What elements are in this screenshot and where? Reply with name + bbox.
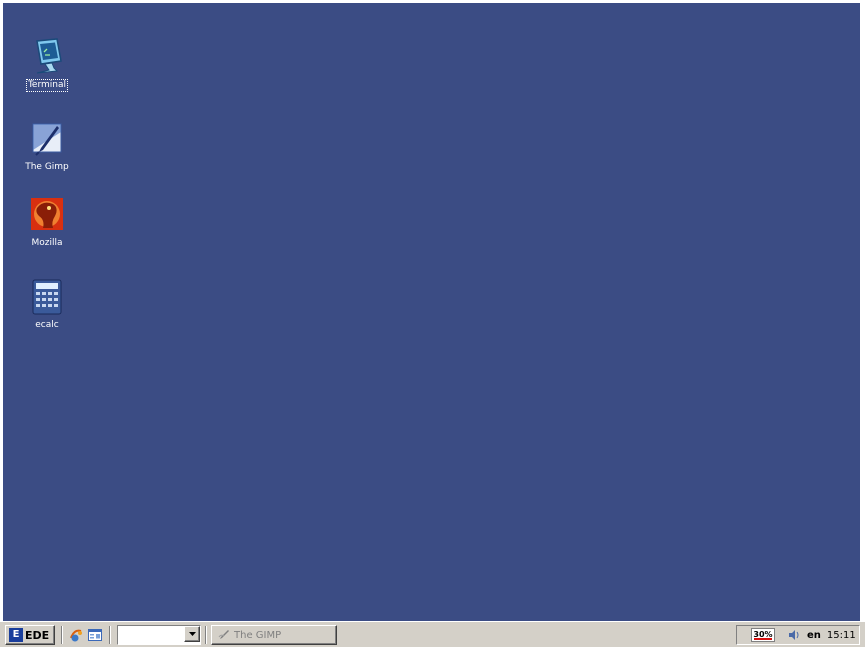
terminal-icon <box>36 38 62 74</box>
workspace-dropdown-button[interactable] <box>184 626 200 642</box>
desktop[interactable]: Terminal The Gimp Mozilla ecalc <box>3 3 860 621</box>
clock[interactable]: 15:11 <box>827 630 856 641</box>
desktop-icon-ecalc[interactable]: ecalc <box>17 278 77 331</box>
taskbar-separator <box>109 626 111 644</box>
desktop-icon-label: ecalc <box>35 320 59 330</box>
ede-logo-icon: E <box>9 628 23 642</box>
task-button-gimp[interactable]: The GIMP <box>211 625 337 645</box>
speaker-icon[interactable] <box>787 628 801 642</box>
desktop-icon-terminal[interactable]: Terminal <box>17 37 77 92</box>
taskbar: E EDE The GIMP 30% en 15:11 <box>0 621 865 647</box>
calculator-icon <box>32 279 62 315</box>
task-button-label: The GIMP <box>234 629 282 641</box>
taskbar-separator <box>205 626 207 644</box>
show-desktop-icon[interactable] <box>87 627 103 643</box>
desktop-icon-mozilla[interactable]: Mozilla <box>17 196 77 249</box>
desktop-icon-label: The Gimp <box>25 162 69 172</box>
system-tray: 30% en 15:11 <box>736 625 860 645</box>
keyboard-layout[interactable]: en <box>807 630 821 641</box>
start-button[interactable]: E EDE <box>5 625 55 645</box>
browser-icon[interactable] <box>68 627 84 643</box>
taskbar-separator <box>61 626 63 644</box>
cpu-meter[interactable]: 30% <box>751 628 775 642</box>
workspace-select[interactable] <box>117 625 201 645</box>
chevron-down-icon <box>188 632 196 636</box>
mozilla-icon <box>31 198 63 230</box>
cpu-bar <box>754 638 772 640</box>
gimp-icon <box>32 123 62 156</box>
desktop-icon-label: Mozilla <box>31 238 63 248</box>
gimp-icon <box>218 630 229 639</box>
desktop-icon-label: Terminal <box>25 79 69 92</box>
desktop-icon-gimp[interactable]: The Gimp <box>17 120 77 173</box>
start-button-label: EDE <box>25 628 50 642</box>
